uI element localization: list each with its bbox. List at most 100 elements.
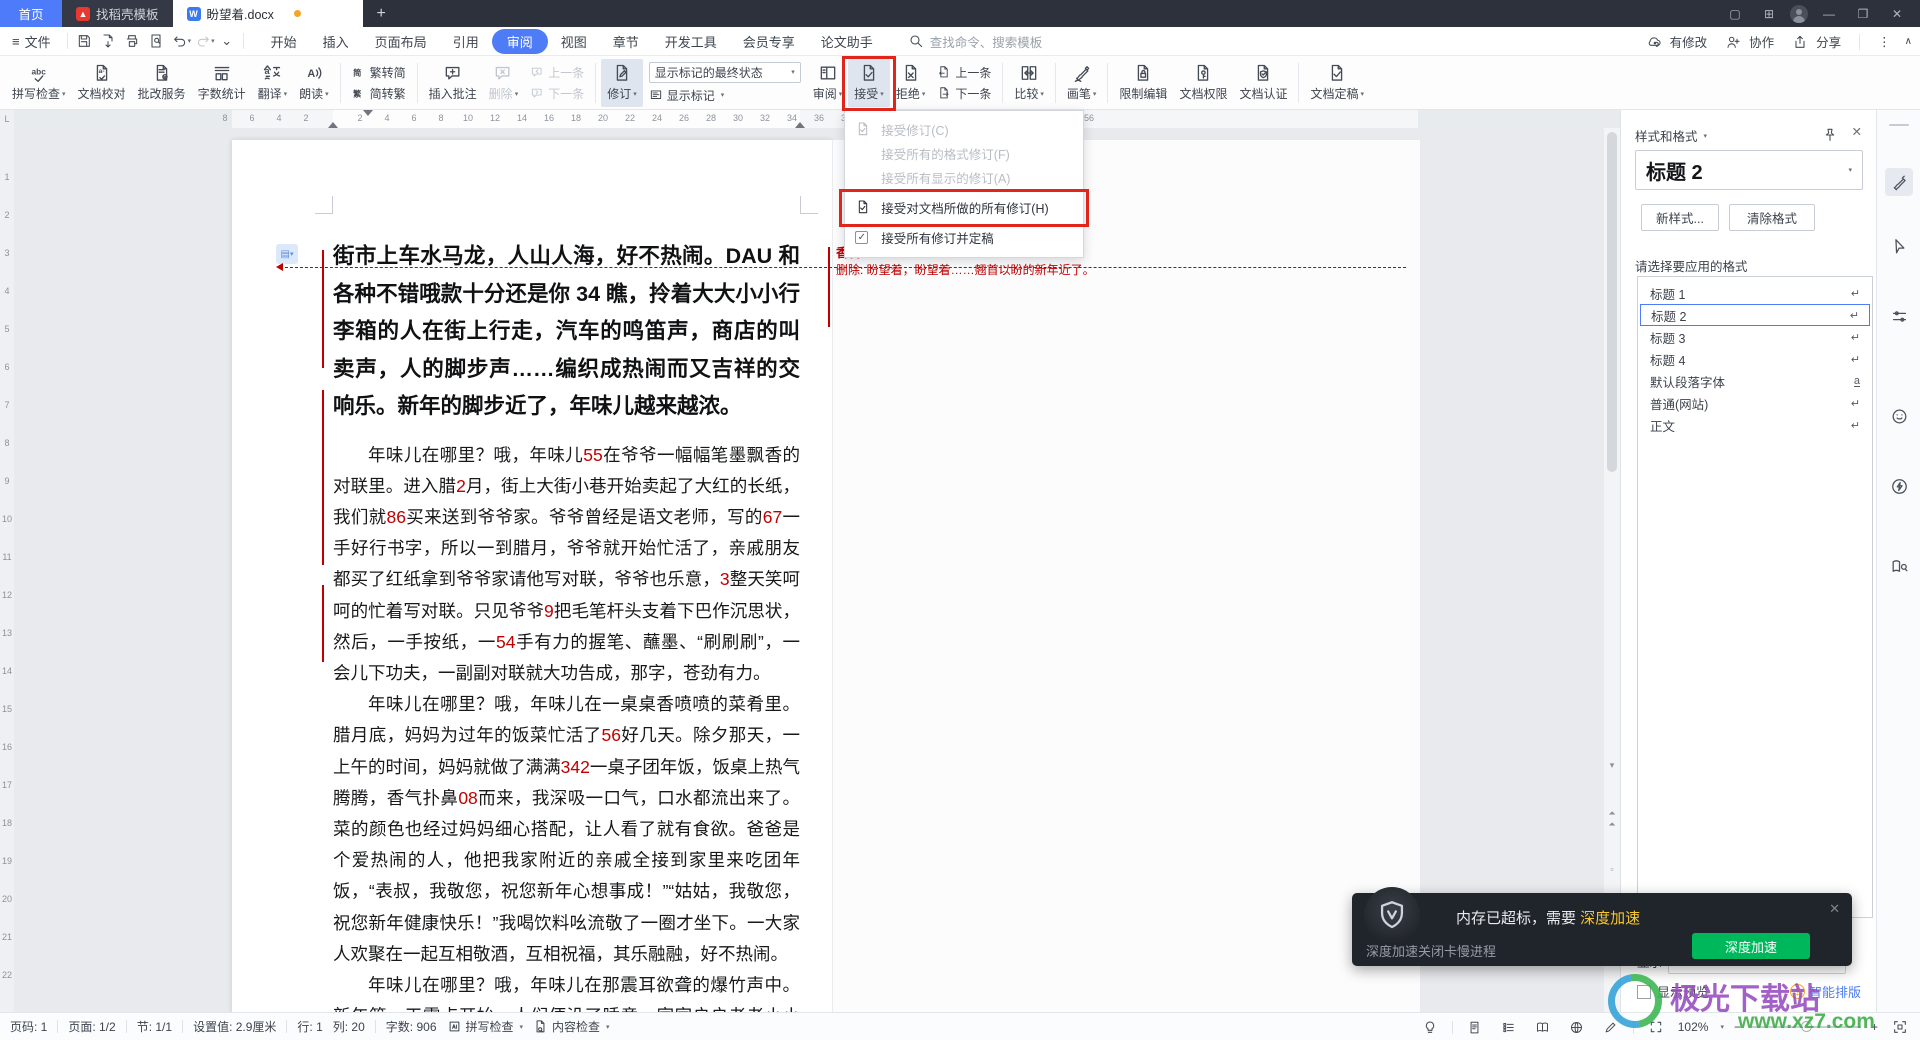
status-item[interactable]: 设置值: 2.9厘米 [193,1018,276,1035]
ribbon-button-字数统计[interactable]: 字数统计 [192,59,252,107]
collaborate-button[interactable]: 协作 [1721,31,1774,53]
more-menu-icon[interactable]: ⋮ [1878,34,1891,49]
apps-grid-icon[interactable]: ⊞ [1756,4,1782,24]
zoom-value[interactable]: 102% [1678,1020,1709,1034]
status-item[interactable]: 行: 1 [297,1018,322,1035]
menu-active-item[interactable]: 审阅 [492,29,548,54]
menu-item[interactable]: 开发工具 [652,29,730,54]
layout-switch-icon[interactable]: ▢ [1722,4,1748,24]
ribbon-button-简转繁[interactable]: 繁简转繁 [352,85,406,102]
eye-protect-icon[interactable] [1418,1016,1442,1038]
share-button[interactable]: 分享 [1788,31,1841,53]
ribbon-button-批改服务[interactable]: 批改服务 [132,59,192,107]
tab-doc[interactable]: W盼望着.docx [173,0,363,27]
document-heading[interactable]: 街市上车水马龙，人山人海，好不热闹。DAU 和各种不错哦款十分还是你 34 瞧，… [333,238,800,426]
ribbon-button-文档认证[interactable]: 文档认证 [1233,59,1293,107]
ribbon-button-上一条[interactable]: 上一条 [937,64,991,81]
print-icon[interactable] [120,30,144,52]
ribbon-button-画笔[interactable]: 画笔▾ [1061,59,1103,107]
dropdown-item-4[interactable]: 接受对文档所做的所有修订(H) [845,189,1083,225]
style-item-标题 3[interactable]: 标题 3↵ [1640,326,1870,348]
view-web-icon[interactable] [1565,1016,1589,1038]
style-item-标题 4[interactable]: 标题 4↵ [1640,348,1870,370]
menu-item[interactable]: 论文助手 [808,29,886,54]
status-tool-内容检查[interactable]: 内容检查▾ [533,1018,610,1035]
view-book-icon[interactable] [1531,1016,1555,1038]
print-preview-icon[interactable] [144,30,168,52]
menu-item[interactable]: 页面布局 [362,29,440,54]
scrollbar-thumb[interactable] [1607,132,1617,472]
paragraph-style-icon[interactable]: ▤▾ [276,244,298,264]
menu-item[interactable]: 视图 [548,29,600,54]
ribbon-button-拼写检查[interactable]: abc拼写检查▾ [6,59,72,107]
view-outline-icon[interactable] [1497,1016,1521,1038]
save-icon[interactable] [72,30,96,52]
file-menu-button[interactable]: ≡ 文件 [0,32,63,51]
export-icon[interactable] [96,30,120,52]
zoom-caret-icon[interactable]: ▾ [1720,1023,1724,1031]
status-item[interactable]: 字数: 906 [386,1018,437,1035]
ribbon-button-朗读[interactable]: A朗读▾ [293,59,335,107]
status-item[interactable]: 页面: 1/2 [68,1018,115,1035]
drag-handle[interactable] [1889,124,1909,126]
ribbon-button-文档定稿[interactable]: 文档定稿▾ [1304,59,1370,107]
avatar[interactable] [1790,5,1808,23]
tab-home[interactable]: 首页 [0,0,62,27]
menu-item[interactable]: 会员专享 [730,29,808,54]
settings-sliders-icon[interactable] [1885,302,1913,330]
new-style-button[interactable]: 新样式... [1641,204,1719,231]
more-commands-icon[interactable]: ⌄ [215,30,239,52]
fullscreen-icon[interactable] [1888,1016,1912,1038]
ribbon-button-插入批注[interactable]: 插入批注 [423,59,483,107]
ribbon-button-修订[interactable]: 修订▾ [601,59,643,107]
reference-book-icon[interactable] [1885,552,1913,580]
body-paragraph[interactable]: 年味儿在哪里？哦，年味儿在那震耳欲聋的爆竹声中。新年第一天零点开始，人们便没了睡… [333,970,800,1012]
status-item[interactable]: 节: 1/1 [137,1018,172,1035]
close-panel-icon[interactable]: ✕ [1852,124,1862,146]
ribbon-button-接受[interactable]: 接受▾ [848,59,890,107]
previous-page-icon[interactable]: ⏶⏶ [1604,808,1620,830]
vertical-ruler[interactable]: 12345678910111213141516171819202122 [0,128,14,1012]
pin-panel-icon[interactable] [1822,124,1838,146]
new-tab-button[interactable]: + [363,0,400,27]
style-item-默认段落字体[interactable]: 默认段落字体a [1640,370,1870,392]
scroll-down-icon[interactable]: ▾ [1604,760,1620,771]
style-item-正文[interactable]: 正文↵ [1640,414,1870,436]
tab-docer[interactable]: ▲找稻壳模板 [62,0,173,27]
ribbon-button-比较[interactable]: 比较▾ [1008,59,1050,107]
tab-stop-selector[interactable]: L [0,110,14,128]
clear-format-button[interactable]: 清除格式 [1729,204,1815,231]
ribbon-button-繁转简[interactable]: 简繁转简 [352,64,406,81]
style-item-标题 2[interactable]: 标题 2↵ [1640,304,1870,326]
collapse-ribbon-icon[interactable]: ∧ [1905,36,1912,47]
menu-item[interactable]: 插入 [310,29,362,54]
sticker-emoji-icon[interactable] [1885,402,1913,430]
menu-item[interactable]: 引用 [440,29,492,54]
ribbon-button-文档校对[interactable]: a-文档校对 [72,59,132,107]
horizontal-ruler[interactable]: 8642246810121416182022242628303234363840… [14,110,1604,128]
changes-status[interactable]: 有修改 [1642,31,1708,53]
current-style-selector[interactable]: 标题 2▾ [1635,150,1863,190]
vertical-scrollbar[interactable]: ▾ ⏶⏶ ▫ ⏷⏷ [1604,128,1620,1012]
mark-state-combobox[interactable]: 显示标记的最终状态▾ [649,62,801,83]
close-button[interactable]: ✕ [1884,4,1910,24]
ribbon-button-翻译[interactable]: a翻译▾ [252,59,294,107]
status-tool-拼写检查[interactable]: 拼写检查▾ [447,1018,524,1035]
style-item-标题 1[interactable]: 标题 1↵ [1640,282,1870,304]
body-paragraph[interactable]: 年味儿在哪里？哦，年味儿在一桌桌香喷喷的菜肴里。腊月底，妈妈为过年的饭菜忙活了5… [333,689,800,970]
document-text[interactable]: 街市上车水马龙，人山人海，好不热闹。DAU 和各种不错哦款十分还是你 34 瞧，… [333,238,800,1012]
quick-tools-icon[interactable] [1885,472,1913,500]
body-paragraph[interactable]: 年味儿在哪里？哦，年味儿55在爷爷一幅幅笔墨飘香的对联里。进入腊2月，街上大街小… [333,440,800,690]
panel-title[interactable]: 样式和格式▾ [1635,126,1707,145]
format-painter-icon[interactable] [1885,168,1913,196]
first-line-indent-marker[interactable] [363,110,373,116]
status-item[interactable]: 页码: 1 [10,1018,47,1035]
deep-boost-button[interactable]: 深度加速 [1692,933,1810,959]
ribbon-button-限制编辑[interactable]: 限制编辑 [1113,59,1173,107]
ribbon-button-下一条[interactable]: 下一条 [937,85,991,102]
menu-item[interactable]: 开始 [258,29,310,54]
status-item[interactable]: 列: 20 [333,1018,365,1035]
browse-object-icon[interactable]: ▫ [1604,864,1620,874]
view-page-icon[interactable] [1463,1016,1487,1038]
style-item-普通(网站)[interactable]: 普通(网站)↵ [1640,392,1870,414]
